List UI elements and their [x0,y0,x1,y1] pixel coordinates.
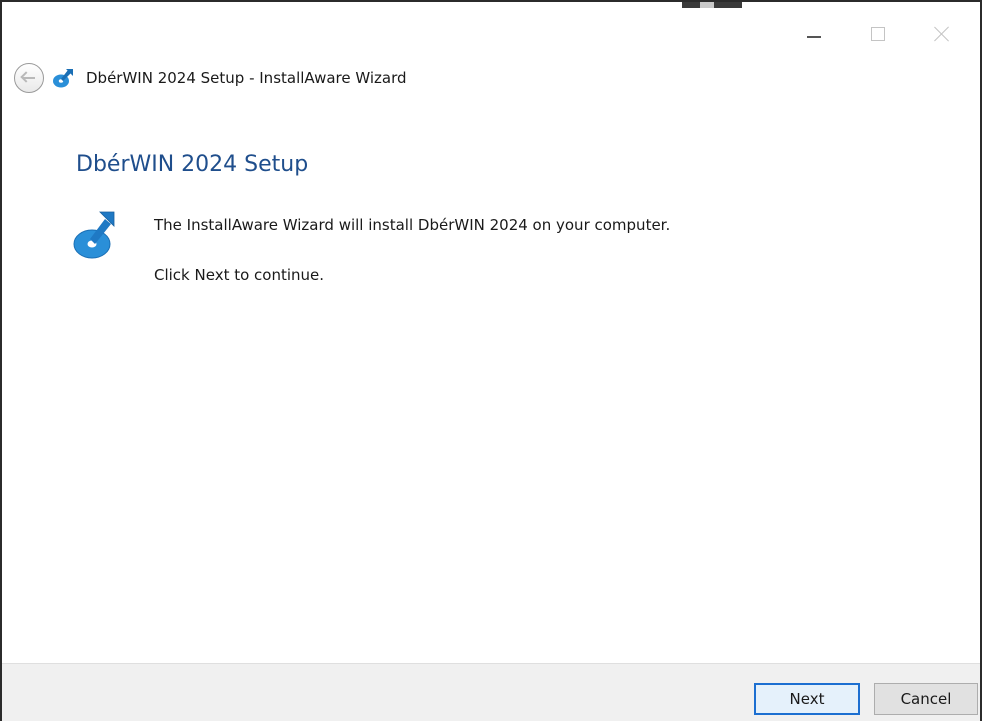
install-description: The InstallAware Wizard will install Dbé… [154,216,671,234]
wizard-header: DbérWIN 2024 Setup - InstallAware Wizard [14,60,407,96]
maximize-icon [871,27,885,41]
close-icon [934,26,950,42]
page-heading: DbérWIN 2024 Setup [76,152,309,177]
setup-window: DbérWIN 2024 Setup - InstallAware Wizard… [0,0,982,721]
maximize-button[interactable] [846,16,910,52]
back-button[interactable] [14,63,44,93]
continue-instruction: Click Next to continue. [154,266,325,284]
window-controls [782,16,974,52]
minimize-icon [807,36,821,38]
minimize-button[interactable] [782,16,846,52]
window-title: DbérWIN 2024 Setup - InstallAware Wizard [86,69,407,87]
next-button[interactable]: Next [754,683,860,715]
cancel-button[interactable]: Cancel [874,683,978,715]
button-bar: Next Cancel [2,663,980,721]
taskbar-remnant [682,2,742,8]
installaware-disc-icon [73,211,115,259]
installaware-disc-icon [53,69,73,88]
close-button[interactable] [910,16,974,52]
back-arrow-icon [23,77,35,79]
